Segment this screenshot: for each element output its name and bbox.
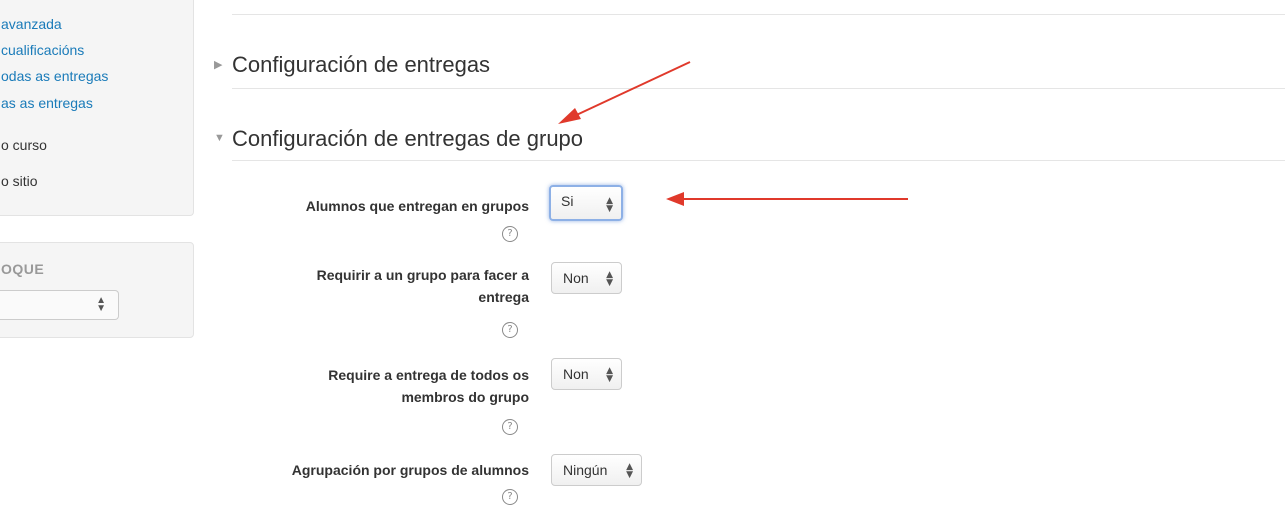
annotation-arrow-to-select <box>666 192 908 206</box>
annotation-arrows <box>558 61 908 206</box>
annotation-arrow-to-section <box>558 61 691 124</box>
